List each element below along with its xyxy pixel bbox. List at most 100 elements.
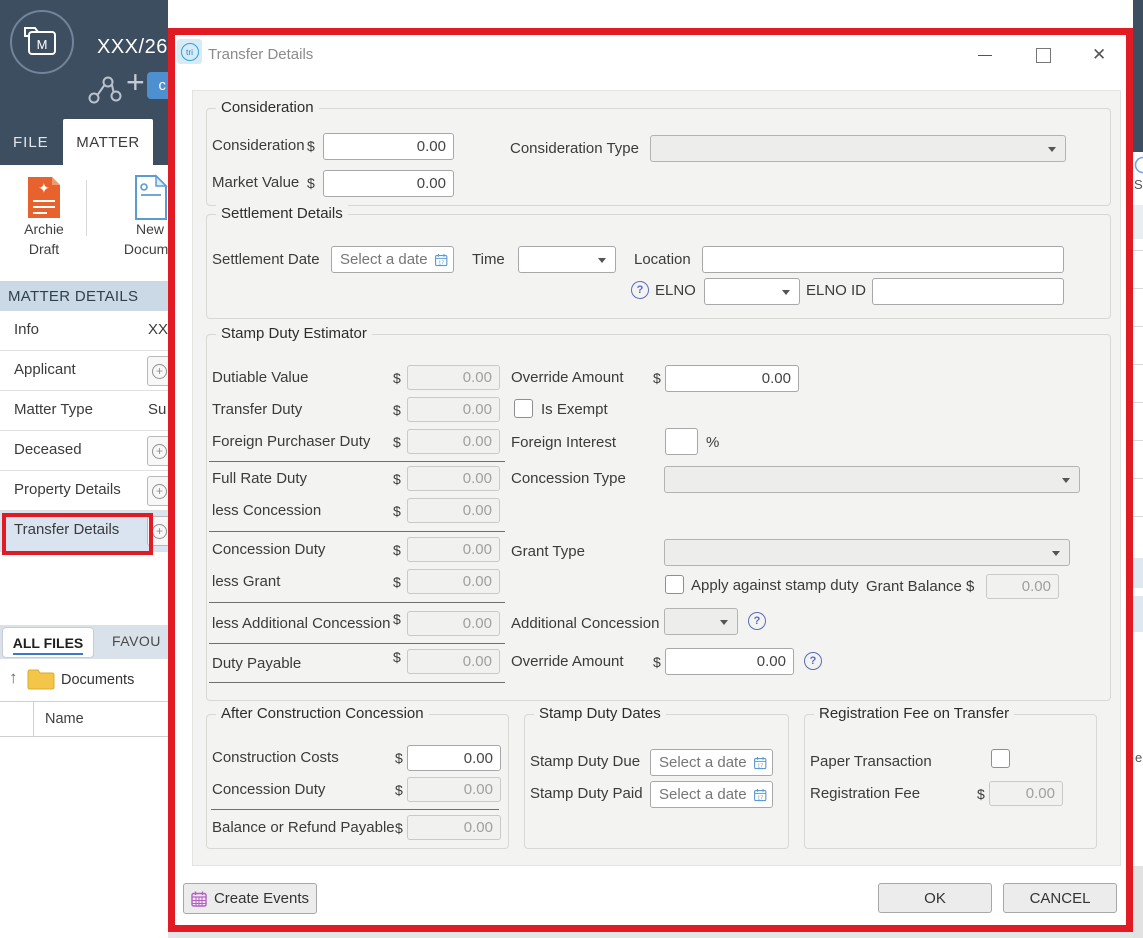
circle-plus-icon: + bbox=[152, 484, 167, 499]
paper-transaction-label: Paper Transaction bbox=[810, 753, 932, 770]
edge-line bbox=[1133, 402, 1143, 403]
stamp-duty-dates-group: Stamp Duty Dates Stamp Duty Due Select a… bbox=[524, 705, 789, 849]
after-concession-duty-label: Concession Duty bbox=[212, 781, 326, 798]
sidebar-item-applicant[interactable]: Applicant + bbox=[0, 351, 168, 391]
consideration-input[interactable]: 0.00 bbox=[323, 133, 454, 160]
edge-line bbox=[1133, 288, 1143, 289]
dialog-logo-icon: tri bbox=[177, 39, 202, 64]
additional-concession-dropdown[interactable] bbox=[664, 608, 738, 635]
new-document-icon[interactable] bbox=[134, 174, 168, 221]
override-amount-input[interactable]: 0.00 bbox=[665, 365, 799, 392]
construction-costs-input[interactable]: 0.00 bbox=[407, 745, 501, 771]
add-deceased-button[interactable]: + bbox=[147, 436, 168, 466]
tri-logo: tri bbox=[180, 42, 199, 61]
override-amount-help-icon[interactable]: ? bbox=[804, 652, 822, 670]
close-button[interactable]: ✕ bbox=[1092, 43, 1106, 67]
circle-plus-icon: + bbox=[152, 364, 167, 379]
ok-button[interactable]: OK bbox=[878, 883, 992, 913]
paper-transaction-checkbox[interactable] bbox=[991, 749, 1010, 768]
elno-dropdown[interactable] bbox=[704, 278, 800, 305]
calendar-icon: 17 bbox=[753, 756, 766, 769]
concession-duty-label: Concession Duty bbox=[212, 541, 326, 558]
currency-symbol: $ bbox=[393, 402, 401, 418]
elno-label: ELNO bbox=[655, 282, 696, 299]
add-applicant-button[interactable]: + bbox=[147, 356, 168, 386]
settlement-details-group: Settlement Details Settlement Date Selec… bbox=[206, 205, 1111, 319]
apply-against-stamp-duty-checkbox[interactable] bbox=[665, 575, 684, 594]
elno-id-input[interactable] bbox=[872, 278, 1064, 305]
tab-favourites[interactable]: FAVOU bbox=[112, 633, 161, 649]
sidebar-item-label: Deceased bbox=[14, 441, 82, 458]
elno-id-label: ELNO ID bbox=[806, 282, 867, 299]
currency-symbol: $ bbox=[393, 503, 401, 519]
edge-row-fragment bbox=[1133, 596, 1143, 632]
app-header-right-fragment bbox=[1133, 0, 1143, 152]
grant-type-dropdown[interactable] bbox=[664, 539, 1070, 566]
additional-concession-help-icon[interactable]: ? bbox=[748, 612, 766, 630]
edge-line bbox=[1133, 364, 1143, 365]
tab-all-files[interactable]: ALL FILES bbox=[2, 627, 94, 658]
stamp-duty-paid-label: Stamp Duty Paid bbox=[530, 785, 643, 802]
sidebar-item-property-details[interactable]: Property Details + bbox=[0, 471, 168, 511]
is-exempt-checkbox[interactable] bbox=[514, 399, 533, 418]
toolbar-blue-button-fragment[interactable]: c bbox=[147, 72, 168, 99]
app-logo[interactable]: M bbox=[10, 10, 74, 74]
minimize-button[interactable] bbox=[970, 43, 1000, 69]
consideration-group: Consideration Consideration $ 0.00 Marke… bbox=[206, 99, 1111, 206]
sidebar-item-label: Applicant bbox=[14, 361, 76, 378]
time-label: Time bbox=[472, 251, 505, 268]
override-amount-bottom-input[interactable]: 0.00 bbox=[665, 648, 794, 675]
share-icon[interactable] bbox=[88, 76, 122, 109]
svg-text:17: 17 bbox=[757, 763, 763, 769]
add-icon[interactable]: + bbox=[126, 66, 145, 98]
tab-file[interactable]: FILE bbox=[0, 119, 62, 165]
is-exempt-label: Is Exempt bbox=[541, 401, 608, 418]
svg-text:17: 17 bbox=[438, 260, 444, 266]
sidebar-item-value: Su bbox=[148, 401, 167, 418]
foreign-interest-input[interactable] bbox=[665, 428, 698, 455]
registration-fee-label: Registration Fee bbox=[810, 785, 921, 802]
currency-symbol: $ bbox=[307, 175, 315, 191]
folder-up-icon[interactable]: ↑ bbox=[9, 668, 18, 688]
concession-duty-input: 0.00 bbox=[407, 537, 500, 562]
cancel-button[interactable]: CANCEL bbox=[1003, 883, 1117, 913]
elno-help-icon[interactable]: ? bbox=[631, 281, 649, 299]
stamp-duty-due-date-picker[interactable]: Select a date 17 bbox=[650, 749, 773, 776]
currency-symbol: $ bbox=[393, 542, 401, 558]
consideration-type-dropdown[interactable] bbox=[650, 135, 1066, 162]
sidebar-item-matter-type[interactable]: Matter Type Su bbox=[0, 391, 168, 431]
calendar-icon: 17 bbox=[753, 788, 766, 801]
stamp-duty-paid-date-picker[interactable]: Select a date 17 bbox=[650, 781, 773, 808]
calendar-icon: 17 bbox=[434, 253, 447, 266]
stamp-duty-estimator-group: Stamp Duty Estimator Dutiable Value $ 0.… bbox=[206, 325, 1111, 701]
concession-type-dropdown[interactable] bbox=[664, 466, 1080, 493]
stamp-duty-dates-group-title: Stamp Duty Dates bbox=[534, 705, 666, 722]
separator bbox=[209, 461, 505, 462]
currency-symbol: $ bbox=[393, 574, 401, 590]
settlement-date-picker[interactable]: Select a date 17 bbox=[331, 246, 454, 273]
registration-fee-input: 0.00 bbox=[989, 781, 1063, 806]
archie-draft-icon[interactable]: ✦ bbox=[25, 174, 63, 221]
foreign-purchaser-duty-input: 0.00 bbox=[407, 429, 500, 454]
sidebar-item-deceased[interactable]: Deceased + bbox=[0, 431, 168, 471]
edge-icon-fragment bbox=[1134, 156, 1143, 174]
separator bbox=[209, 531, 505, 532]
market-value-input[interactable]: 0.00 bbox=[323, 170, 454, 197]
location-input[interactable] bbox=[702, 246, 1064, 273]
time-dropdown[interactable] bbox=[518, 246, 616, 273]
edge-line bbox=[1133, 250, 1143, 251]
documents-breadcrumb-row: ↑ Documents bbox=[0, 659, 168, 701]
create-events-label: Create Events bbox=[213, 890, 310, 907]
documents-folder-label[interactable]: Documents bbox=[61, 672, 134, 688]
currency-symbol: $ bbox=[307, 138, 315, 154]
sidebar-item-info[interactable]: Info XX bbox=[0, 311, 168, 351]
tab-matter[interactable]: MATTER bbox=[63, 119, 153, 166]
create-events-button[interactable]: Create Events bbox=[183, 883, 317, 914]
add-property-button[interactable]: + bbox=[147, 476, 168, 506]
maximize-button[interactable] bbox=[1036, 48, 1051, 63]
column-header-name[interactable]: Name bbox=[45, 711, 84, 727]
separator bbox=[209, 643, 505, 644]
archie-draft-label-line2: Draft bbox=[28, 241, 60, 257]
file-list-header: Name bbox=[0, 701, 168, 737]
date-placeholder: Select a date bbox=[659, 786, 747, 803]
